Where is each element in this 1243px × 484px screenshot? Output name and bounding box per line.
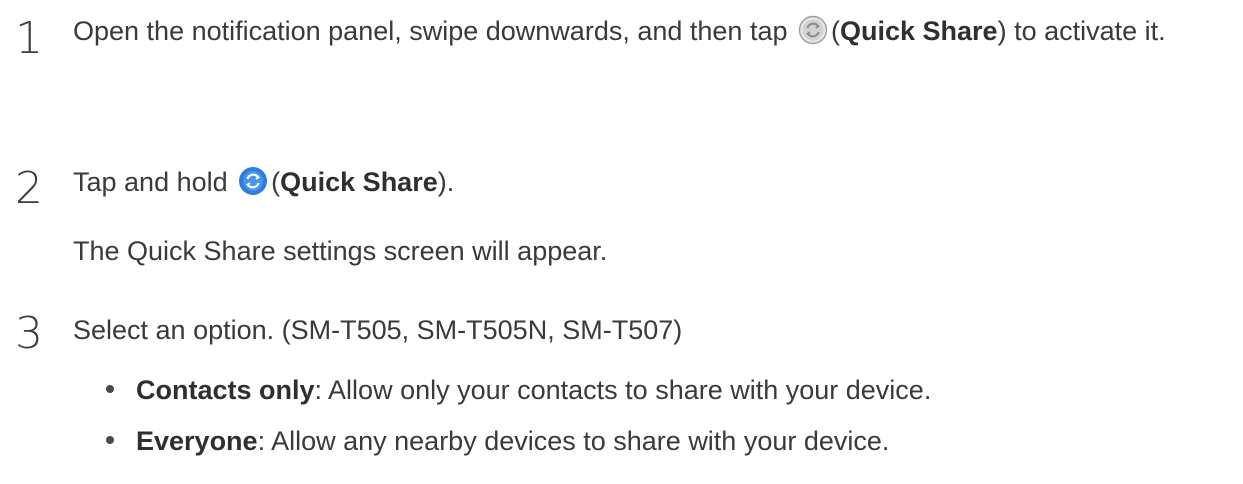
bullet-icon bbox=[106, 435, 114, 444]
option-description: : Allow only your contacts to share with… bbox=[314, 375, 932, 405]
step-text-part: ( bbox=[831, 16, 840, 46]
step-text-part: ) to activate it. bbox=[997, 16, 1166, 46]
option-everyone: Everyone: Allow any nearby devices to sh… bbox=[106, 423, 889, 459]
step-text-part: Open the notification panel, swipe downw… bbox=[73, 16, 788, 46]
quick-share-icon bbox=[238, 166, 268, 196]
step-number: 1 bbox=[15, 13, 43, 64]
step-number: 3 bbox=[15, 308, 43, 359]
step-number: 2 bbox=[15, 163, 43, 214]
step-text-part: ( bbox=[271, 167, 281, 197]
step-text: Tap and hold (Quick Share). bbox=[73, 161, 1233, 204]
option-description: : Allow any nearby devices to share with… bbox=[257, 426, 890, 456]
step-text: Open the notification panel, swipe downw… bbox=[73, 10, 1233, 53]
step-text-part: Tap and hold bbox=[73, 167, 228, 197]
step-text-bold: Quick Share bbox=[280, 167, 438, 197]
quick-share-icon bbox=[798, 15, 828, 45]
step-text-bold: Quick Share bbox=[840, 16, 998, 46]
step-subtext: The Quick Share settings screen will app… bbox=[73, 236, 608, 266]
bullet-icon bbox=[106, 384, 114, 393]
option-label: Everyone bbox=[136, 426, 258, 456]
step-text: Select an option. (SM-T505, SM-T505N, SM… bbox=[73, 315, 683, 345]
option-contacts-only: Contacts only: Allow only your contacts … bbox=[106, 372, 931, 408]
option-label: Contacts only bbox=[136, 375, 315, 405]
step-text-part: ). bbox=[437, 167, 455, 197]
